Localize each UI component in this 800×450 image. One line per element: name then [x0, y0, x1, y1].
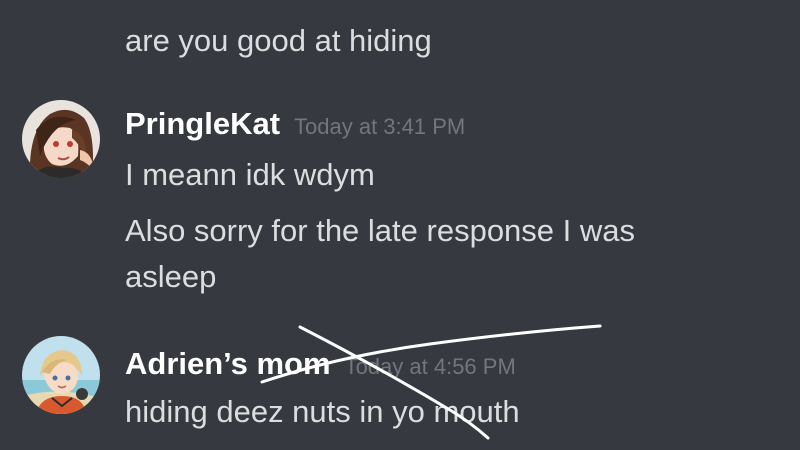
message-text[interactable]: hiding deez nuts in yo mouth — [125, 389, 520, 435]
message-text[interactable]: asleep — [125, 254, 216, 300]
message-header: PringleKat Today at 3:41 PM — [125, 106, 465, 142]
avatar[interactable] — [22, 336, 100, 414]
message-text[interactable]: Also sorry for the late response I was — [125, 208, 635, 254]
message-text[interactable]: are you good at hiding — [125, 18, 432, 64]
timestamp[interactable]: Today at 4:56 PM — [345, 354, 516, 379]
avatar[interactable] — [22, 100, 100, 178]
avatar-adriens-mom-icon — [22, 336, 100, 414]
username[interactable]: Adrien’s mom — [125, 346, 331, 381]
timestamp[interactable]: Today at 3:41 PM — [294, 114, 465, 139]
avatar-pringlekat-icon — [22, 100, 100, 178]
message-header: Adrien’s mom Today at 4:56 PM — [125, 346, 516, 382]
username[interactable]: PringleKat — [125, 106, 280, 141]
chat-messages: are you good at hiding PringleKat Today a… — [0, 0, 800, 450]
message-text[interactable]: I meann idk wdym — [125, 152, 375, 198]
